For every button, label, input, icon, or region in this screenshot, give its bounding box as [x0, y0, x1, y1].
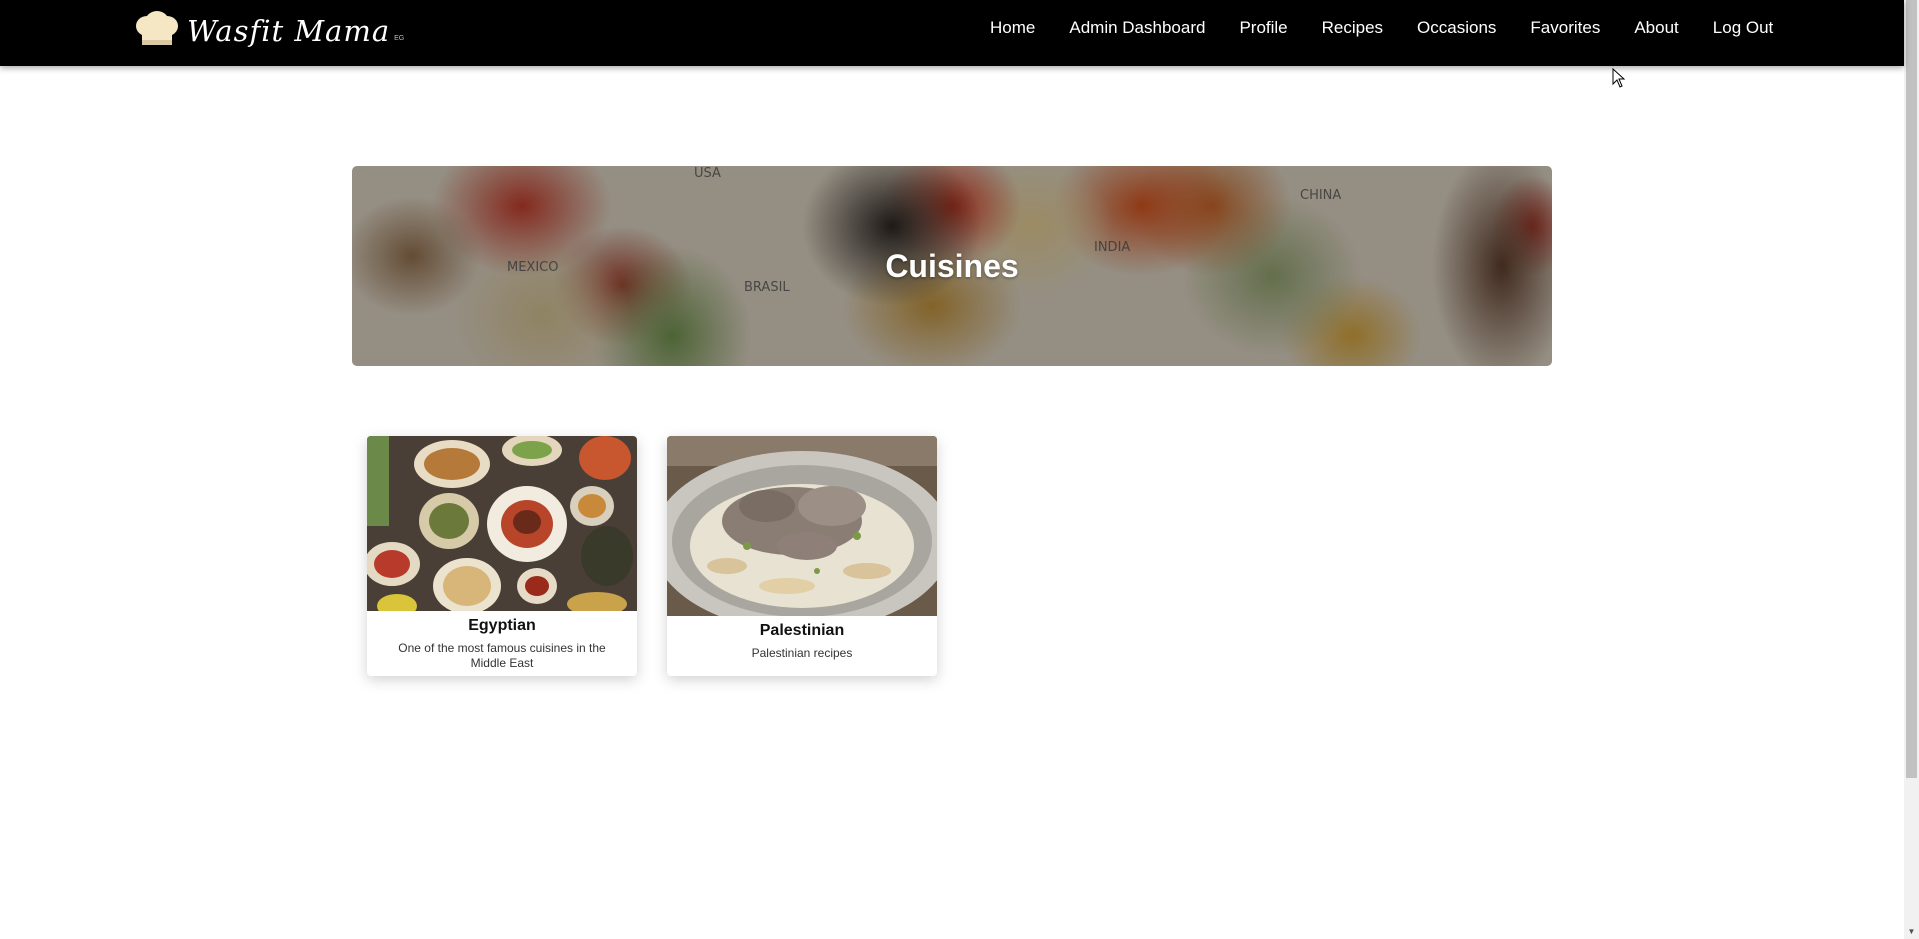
egyptian-dishes-photo [367, 436, 637, 611]
brand-name: Wasfit Mama [187, 14, 391, 48]
nav-log-out[interactable]: Log Out [1713, 18, 1774, 38]
nav-favorites[interactable]: Favorites [1530, 18, 1600, 38]
card-title: Egyptian [468, 617, 536, 634]
nav-admin-dashboard[interactable]: Admin Dashboard [1069, 18, 1205, 38]
nav-profile[interactable]: Profile [1239, 18, 1287, 38]
chef-hat-icon [136, 11, 178, 45]
card-title: Palestinian [759, 622, 845, 639]
cuisines-hero-banner: USA MEXICO BRASIL INDIA CHINA Cuisines [352, 166, 1552, 366]
nav-home[interactable]: Home [990, 18, 1035, 38]
main-nav: Home Admin Dashboard Profile Recipes Occ… [990, 0, 1773, 56]
nav-occasions[interactable]: Occasions [1417, 18, 1496, 38]
card-description: Palestinian recipes [751, 646, 853, 660]
page-title: Cuisines [885, 247, 1019, 284]
brand-suffix: EG [394, 34, 405, 42]
mouse-cursor-icon [1612, 68, 1626, 88]
card-description: One of the most famous cuisines in the M… [398, 641, 606, 670]
scrollbar-thumb[interactable] [1906, 0, 1917, 778]
brand-logo-link[interactable]: Wasfit Mama EG [133, 8, 404, 54]
scroll-down-arrow-icon[interactable]: ▼ [1904, 924, 1919, 939]
page-scrollbar[interactable]: ▼ [1904, 0, 1919, 939]
top-navbar: Wasfit Mama EG Home Admin Dashboard Prof… [0, 0, 1904, 66]
palestinian-dish-photo [667, 436, 937, 616]
cuisine-card-palestinian[interactable]: Palestinian Palestinian recipes [667, 436, 937, 676]
nav-recipes[interactable]: Recipes [1322, 18, 1383, 38]
cuisine-card-egyptian[interactable]: Egyptian One of the most famous cuisines… [367, 436, 637, 676]
nav-about[interactable]: About [1634, 18, 1678, 38]
